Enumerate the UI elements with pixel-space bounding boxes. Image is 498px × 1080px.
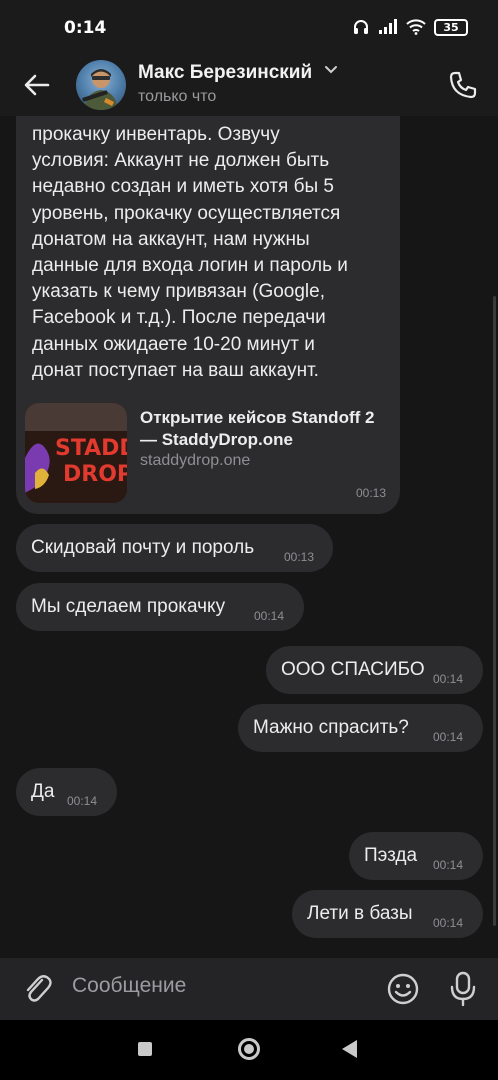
link-preview-graphic: STADD DROP bbox=[25, 403, 127, 503]
message-text: прокачку инвентарь. Озвучу условия: Акка… bbox=[32, 124, 348, 381]
message-composer: Сообщение bbox=[0, 958, 498, 1020]
status-bar: 0:14 35 bbox=[0, 0, 498, 56]
message-text: Мы сделаем прокачку bbox=[31, 596, 226, 617]
wifi-icon bbox=[406, 19, 426, 35]
message-text: Мажно спрасить? bbox=[253, 717, 409, 738]
recents-button[interactable] bbox=[138, 1042, 152, 1056]
phone-icon[interactable] bbox=[446, 68, 480, 102]
status-icons: 35 bbox=[352, 18, 468, 36]
message-bubble-outgoing[interactable]: ООО СПАСИБО 00:14 bbox=[266, 646, 483, 694]
chat-header: Макс Березинский только что bbox=[0, 56, 498, 116]
message-list[interactable]: прокачку инвентарь. Озвучу условия: Акка… bbox=[0, 116, 498, 958]
contact-name[interactable]: Макс Березинский bbox=[138, 62, 312, 84]
arrow-left-icon[interactable] bbox=[20, 68, 54, 102]
message-text: Пэзда bbox=[364, 845, 418, 866]
message-input[interactable]: Сообщение bbox=[72, 974, 372, 1004]
contact-status: только что bbox=[138, 88, 217, 105]
message-text: Лети в базы bbox=[307, 903, 413, 924]
message-time: 00:14 bbox=[433, 916, 464, 930]
signal-icon bbox=[379, 19, 397, 34]
battery-icon: 35 bbox=[434, 18, 468, 36]
thumb-logo-text: STADD bbox=[55, 436, 127, 461]
message-time: 00:14 bbox=[433, 672, 464, 686]
message-time: 00:14 bbox=[67, 794, 98, 808]
smiley-icon[interactable] bbox=[386, 972, 420, 1006]
paperclip-icon[interactable] bbox=[20, 971, 54, 1007]
message-bubble-incoming[interactable]: прокачку инвентарь. Озвучу условия: Акка… bbox=[16, 116, 400, 514]
message-time: 00:13 bbox=[355, 486, 386, 500]
home-button[interactable] bbox=[238, 1038, 260, 1060]
scrollbar[interactable] bbox=[493, 296, 496, 926]
system-nav-bar bbox=[0, 1020, 498, 1080]
status-time: 0:14 bbox=[64, 18, 107, 38]
message-time: 00:14 bbox=[433, 730, 464, 744]
message-text: ООО СПАСИБО bbox=[281, 659, 425, 680]
link-preview-title[interactable]: Открытие кейсов Standoff 2 — StaddyDrop.… bbox=[140, 407, 380, 451]
message-text: Скидовай почту и пороль bbox=[31, 537, 255, 558]
headphones-icon bbox=[354, 20, 368, 34]
message-time: 00:14 bbox=[254, 609, 285, 623]
message-time: 00:13 bbox=[284, 550, 315, 564]
message-text: Да bbox=[31, 781, 55, 802]
message-bubble-outgoing[interactable]: Лети в базы 00:14 bbox=[292, 890, 483, 938]
battery-level: 35 bbox=[443, 20, 459, 34]
avatar[interactable] bbox=[76, 60, 126, 110]
chevron-down-icon[interactable] bbox=[324, 64, 338, 76]
microphone-icon[interactable] bbox=[446, 970, 480, 1008]
message-bubble-incoming[interactable]: Да 00:14 bbox=[16, 768, 117, 816]
message-bubble-outgoing[interactable]: Пэзда 00:14 bbox=[349, 832, 483, 880]
message-bubble-incoming[interactable]: Мы сделаем прокачку 00:14 bbox=[16, 583, 304, 631]
system-back-button[interactable] bbox=[342, 1040, 357, 1058]
message-time: 00:14 bbox=[433, 858, 464, 872]
message-bubble-incoming[interactable]: Скидовай почту и пороль 00:13 bbox=[16, 524, 333, 572]
link-preview-image[interactable]: STADD DROP bbox=[25, 403, 127, 503]
thumb-logo-text-2: DROP bbox=[63, 462, 127, 487]
message-bubble-outgoing[interactable]: Мажно спрасить? 00:14 bbox=[238, 704, 483, 752]
avatar-image bbox=[82, 69, 118, 110]
link-preview-domain: staddydrop.one bbox=[140, 452, 251, 469]
